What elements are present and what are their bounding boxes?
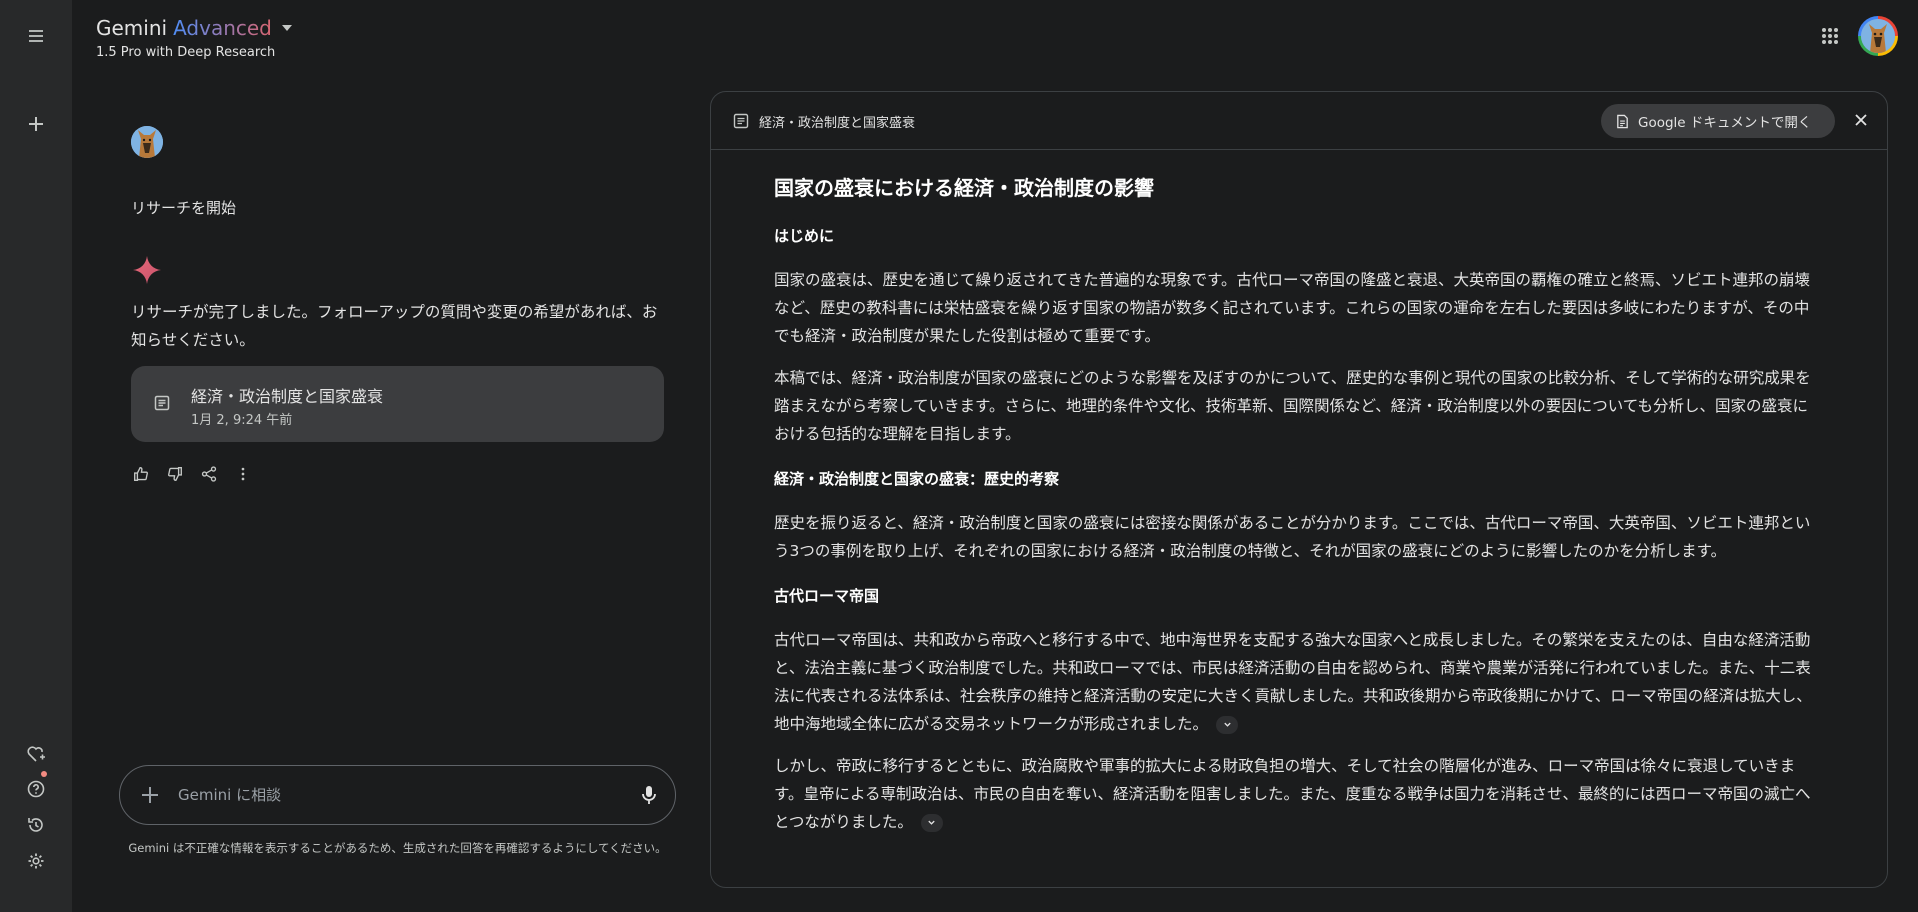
open-in-google-docs-button[interactable]: Google ドキュメントで開く — [1601, 104, 1835, 138]
help-button[interactable] — [18, 771, 54, 807]
brand-name: Gemini — [96, 16, 168, 40]
share-icon — [201, 466, 217, 482]
menu-icon — [29, 30, 43, 42]
prompt-input[interactable] — [178, 780, 598, 810]
settings-button[interactable] — [18, 843, 54, 879]
thumbs-down-icon — [168, 467, 182, 481]
new-chat-button[interactable] — [18, 106, 54, 142]
paragraph-text: 古代ローマ帝国は、共和政から帝政へと移行する中で、地中海世界を支配する強大な国家… — [774, 631, 1812, 733]
chevron-down-icon — [928, 820, 936, 825]
open-button-label: Google ドキュメントで開く — [1638, 115, 1812, 131]
user-avatar — [131, 126, 163, 158]
prompt-input-box — [119, 765, 676, 825]
expand-sources-button[interactable] — [1216, 715, 1239, 734]
section-heading-rome: 古代ローマ帝国 — [774, 587, 880, 605]
google-docs-icon — [1617, 114, 1628, 128]
model-switcher[interactable]: Gemini Advanced — [96, 16, 292, 40]
document-icon — [154, 395, 170, 411]
notification-dot — [41, 771, 47, 777]
more-vert-icon — [241, 467, 245, 481]
user-message: リサーチを開始 — [131, 199, 237, 217]
research-doc-card[interactable]: 経済・政治制度と国家盛衰 1月 2, 9:24 午前 — [131, 366, 664, 442]
microphone-icon[interactable] — [637, 783, 661, 807]
thumbs-up-button[interactable] — [131, 464, 151, 484]
help-icon — [27, 780, 45, 798]
dog-avatar-image — [131, 126, 163, 158]
gemini-sparkle-icon — [133, 256, 161, 284]
chevron-down-icon — [1223, 722, 1231, 727]
brand-tier: Advanced — [173, 16, 272, 40]
assistant-reply: リサーチが完了しました。フォローアップの質問や変更の希望があれば、お知らせくださ… — [131, 303, 658, 349]
document-panel: 経済・政治制度と国家盛衰 Google ドキュメントで開く 国家の盛衰における経… — [710, 91, 1888, 888]
doc-card-date: 1月 2, 9:24 午前 — [191, 413, 293, 428]
panel-header: 経済・政治制度と国家盛衰 Google ドキュメントで開く — [711, 92, 1887, 150]
close-icon[interactable] — [1851, 110, 1871, 130]
gems-button[interactable] — [18, 736, 54, 772]
dog-avatar-image — [1861, 19, 1895, 53]
history-icon — [28, 818, 43, 832]
paragraph-with-expander: しかし、帝政に移行するとともに、政治腐敗や軍事的拡大による財政負担の増大、そして… — [774, 752, 1814, 836]
doc-card-title: 経済・政治制度と国家盛衰 — [191, 387, 384, 406]
main-menu-button[interactable] — [18, 18, 54, 54]
thumbs-up-icon — [134, 467, 148, 481]
add-attachment-icon[interactable] — [138, 783, 162, 807]
heart-plus-icon — [27, 746, 45, 762]
disclaimer-text: Gemini は不正確な情報を表示することがあるため、生成された回答を再確認する… — [128, 841, 667, 855]
model-name: 1.5 Pro with Deep Research — [96, 45, 276, 60]
document-title: 国家の盛衰における経済・政治制度の影響 — [774, 176, 1154, 200]
response-actions — [131, 464, 253, 484]
paragraph: 歴史を振り返ると、経済・政治制度と国家の盛衰には密接な関係があることが分かります… — [774, 514, 1811, 560]
account-avatar[interactable] — [1858, 16, 1898, 56]
section-heading-history: 経済・政治制度と国家の盛衰：歴史的考察 — [774, 470, 1060, 488]
document-icon — [733, 113, 749, 129]
expand-sources-button[interactable] — [920, 813, 943, 832]
paragraph: 本稿では、経済・政治制度が国家の盛衰にどのような影響を及ぼすのかについて、歴史的… — [774, 369, 1811, 443]
thumbs-down-button[interactable] — [165, 464, 185, 484]
plus-icon — [29, 117, 43, 131]
panel-title: 経済・政治制度と国家盛衰 — [759, 116, 916, 131]
side-rail — [0, 0, 72, 912]
apps-grid-icon[interactable] — [1816, 22, 1844, 50]
paragraph-with-expander: 古代ローマ帝国は、共和政から帝政へと移行する中で、地中海世界を支配する強大な国家… — [774, 626, 1814, 738]
gear-icon — [28, 853, 44, 869]
section-heading-intro: はじめに — [774, 227, 835, 245]
more-options-button[interactable] — [233, 464, 253, 484]
paragraph: 国家の盛衰は、歴史を通じて繰り返されてきた普遍的な現象です。古代ローマ帝国の隆盛… — [774, 271, 1811, 345]
chevron-down-icon — [281, 25, 292, 31]
share-button[interactable] — [199, 464, 219, 484]
document-body: 国家の盛衰における経済・政治制度の影響 はじめに 国家の盛衰は、歴史を通じて繰り… — [774, 172, 1814, 850]
activity-button[interactable] — [18, 807, 54, 843]
